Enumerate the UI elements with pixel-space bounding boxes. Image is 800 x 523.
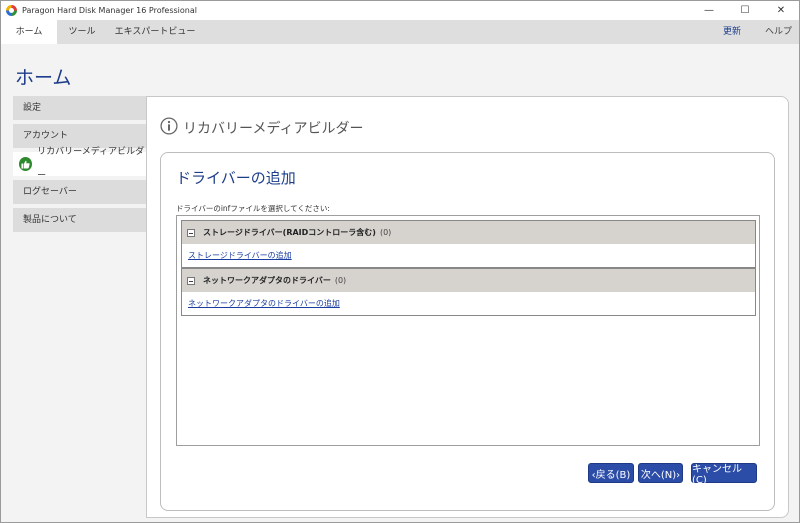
sidebar-item-recovery-media-builder[interactable]: リカバリーメディアビルダー [13, 147, 146, 181]
window-controls: — ☐ ✕ [691, 1, 799, 20]
sidebar-item-settings[interactable]: 設定 [13, 96, 146, 120]
sidebar: 設定 アカウント リカバリーメディアビルダー ログセーバー 製品について [13, 96, 146, 236]
collapse-icon[interactable] [187, 276, 195, 285]
info-icon [160, 117, 178, 139]
close-button[interactable]: ✕ [763, 1, 799, 20]
add-storage-driver-link[interactable]: ストレージドライバーの追加 [188, 250, 292, 261]
page-title: ホーム [15, 67, 72, 89]
tab-tools[interactable]: ツール [57, 20, 107, 44]
window-title: Paragon Hard Disk Manager 16 Professiona… [22, 6, 197, 15]
next-button[interactable]: 次へ(N)› [638, 463, 683, 483]
sidebar-item-about[interactable]: 製品について [13, 208, 146, 232]
network-driver-group: ネットワークアダプタのドライバー (0) ネットワークアダプタのドライバーの追加 [181, 268, 756, 316]
group-name: ストレージドライバー(RAIDコントローラ含む) [203, 228, 376, 237]
tab-home[interactable]: ホーム [1, 20, 57, 44]
group-body: ネットワークアダプタのドライバーの追加 [182, 292, 755, 315]
add-network-driver-link[interactable]: ネットワークアダプタのドライバーの追加 [188, 298, 340, 309]
sidebar-item-label: ログセーバー [23, 187, 77, 197]
group-count: (0) [334, 276, 347, 285]
group-count: (0) [379, 228, 392, 237]
group-header[interactable]: ネットワークアダプタのドライバー (0) [182, 269, 755, 292]
section-header: リカバリーメディアビルダー [160, 117, 363, 139]
maximize-button[interactable]: ☐ [727, 1, 763, 20]
group-header[interactable]: ストレージドライバー(RAIDコントローラ含む) (0) [182, 221, 755, 244]
minimize-button[interactable]: — [691, 1, 727, 20]
main-content: リカバリーメディアビルダー ドライバーの追加 ドライバーのinfファイルを選択し… [146, 96, 789, 518]
card-instruction: ドライバーのinfファイルを選択してください: [176, 204, 330, 213]
app-logo-icon [6, 5, 17, 16]
group-name: ネットワークアダプタのドライバー [203, 276, 331, 285]
update-link[interactable]: 更新 [723, 20, 741, 44]
menu-bar: ホーム ツール エキスパートビュー 更新 ヘルプ [1, 20, 799, 44]
title-bar: Paragon Hard Disk Manager 16 Professiona… [1, 1, 799, 20]
group-body: ストレージドライバーの追加 [182, 244, 755, 267]
app-window: Paragon Hard Disk Manager 16 Professiona… [0, 0, 800, 523]
thumbs-up-icon [19, 157, 33, 171]
driver-list: ストレージドライバー(RAIDコントローラ含む) (0) ストレージドライバーの… [176, 215, 760, 446]
cancel-button[interactable]: キャンセル(C) [691, 463, 757, 486]
sidebar-item-label: 設定 [23, 103, 42, 113]
collapse-icon[interactable] [187, 228, 195, 237]
sidebar-item-label: 製品について [23, 215, 77, 225]
add-drivers-card: ドライバーの追加 ドライバーのinfファイルを選択してください: ストレージドラ… [160, 152, 775, 511]
storage-driver-group: ストレージドライバー(RAIDコントローラ含む) (0) ストレージドライバーの… [181, 220, 756, 268]
back-button[interactable]: ‹戻る(B) [588, 463, 634, 483]
card-title: ドライバーの追加 [176, 169, 296, 187]
section-title: リカバリーメディアビルダー [183, 121, 364, 137]
tab-expert-view[interactable]: エキスパートビュー [107, 20, 203, 44]
help-link[interactable]: ヘルプ [765, 20, 792, 44]
